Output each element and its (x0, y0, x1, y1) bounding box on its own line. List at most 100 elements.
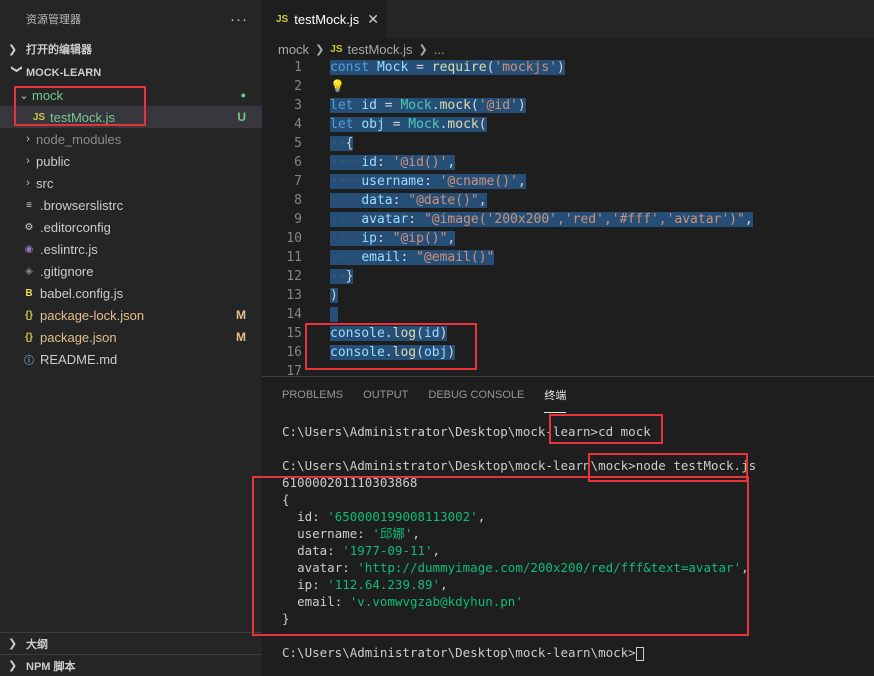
code-line: 2 💡 (294, 79, 345, 94)
breadcrumb: mock ❯ JS testMock.js ❯ ... (262, 38, 874, 60)
tree-item-mock[interactable]: ⌄ mock ● (0, 84, 262, 106)
terminal-line: email: 'v.vomwvgzab@kdyhun.pn' (297, 594, 523, 609)
js-file-icon: JS (276, 13, 289, 25)
chevron-right-icon: ❯ (8, 660, 18, 672)
tree-item-label: public (36, 153, 70, 169)
explorer-sidebar: 资源管理器 ··· ❯ 打开的编辑器 ❯ MOCK-LEARN ⌄ mock ●… (0, 0, 262, 676)
tree-item-package-lock[interactable]: {} package-lock.json M (0, 304, 262, 326)
code-line: 12 ··} (286, 269, 354, 284)
tab-terminal[interactable]: 终端 (544, 387, 567, 413)
tree-item-src[interactable]: › src (0, 172, 262, 194)
tree-item-eslintrc[interactable]: ◉ .eslintrc.js (0, 238, 262, 260)
breadcrumb-symbol[interactable]: ... (434, 42, 445, 57)
code-line: 11 ····email: "@email()" (286, 250, 495, 265)
terminal-output[interactable]: C:\Users\Administrator\Desktop\mock-lear… (262, 413, 874, 661)
code-line: 13) (286, 288, 338, 303)
tree-item-node-modules[interactable]: › node_modules (0, 128, 262, 150)
chevron-right-icon: ❯ (8, 638, 18, 650)
npm-scripts-label: NPM 脚本 (26, 660, 76, 673)
lightbulb-icon[interactable]: 💡 (330, 79, 345, 93)
tab-bar: JS testMock.js ✕ (262, 0, 874, 38)
code-line: 1 const Mock = require('mockjs') (294, 60, 565, 75)
tree-item-label: .editorconfig (40, 219, 111, 235)
terminal-line: ip: '112.64.239.89', (297, 577, 448, 592)
bottom-panel: PROBLEMS OUTPUT DEBUG CONSOLE 终端 C:\User… (262, 376, 874, 676)
tree-item-public[interactable]: › public (0, 150, 262, 172)
code-line: 6 ····id: '@id()', (294, 155, 456, 170)
babel-file-icon: B (25, 287, 33, 299)
tree-item-label: src (36, 175, 54, 191)
open-editors-section[interactable]: ❯ 打开的编辑器 (0, 38, 262, 60)
project-label: MOCK-LEARN (26, 67, 102, 79)
terminal-line: C:\Users\Administrator\Desktop\mock-lear… (282, 458, 757, 473)
code-line: 4 let obj = Mock.mock( (294, 117, 487, 132)
chevron-right-icon: › (26, 133, 30, 145)
code-line: 7 ····username: '@cname()', (294, 174, 526, 189)
tree-item-babel[interactable]: B babel.config.js (0, 282, 262, 304)
chevron-right-icon: ❯ (315, 43, 325, 56)
code-line: 5 ··{ (294, 136, 354, 151)
terminal-line: C:\Users\Administrator\Desktop\mock-lear… (282, 424, 651, 439)
untracked-badge: U (237, 110, 246, 124)
tree-item-label: .eslintrc.js (40, 241, 98, 257)
json-file-icon: {} (25, 309, 33, 321)
eslint-file-icon: ◉ (24, 243, 34, 255)
git-file-icon: ◈ (25, 265, 33, 277)
modified-badge: M (236, 330, 246, 344)
terminal-line: avatar: 'http://dummyimage.com/200x200/r… (297, 560, 749, 575)
outline-label: 大纲 (26, 638, 48, 651)
tree-item-testmock[interactable]: JS testMock.js U (0, 106, 262, 128)
breadcrumb-file[interactable]: testMock.js (348, 42, 413, 57)
terminal-cursor (635, 646, 644, 661)
tree-item-browserslistrc[interactable]: ≡ .browserslistrc (0, 194, 262, 216)
tree-item-label: README.md (40, 351, 118, 367)
explorer-title: 资源管理器 (26, 14, 81, 26)
project-section[interactable]: ❯ MOCK-LEARN (0, 62, 262, 84)
chevron-right-icon: › (26, 177, 30, 189)
file-tree: ⌄ mock ● JS testMock.js U › node_modules… (0, 84, 262, 370)
more-actions-icon[interactable]: ··· (230, 11, 248, 28)
editor-area: JS testMock.js ✕ mock ❯ JS testMock.js ❯… (262, 0, 874, 676)
js-file-icon: JS (330, 43, 343, 55)
js-file-icon: JS (32, 111, 46, 123)
terminal-line: data: '1977-09-11', (297, 543, 441, 558)
modified-badge: M (236, 308, 246, 322)
terminal-line: } (282, 611, 290, 626)
tab-output[interactable]: OUTPUT (363, 377, 408, 413)
close-icon[interactable]: ✕ (367, 11, 379, 28)
tree-item-gitignore[interactable]: ◈ .gitignore (0, 260, 262, 282)
code-line: 9 ····avatar: "@image('200x200','red','#f… (294, 212, 753, 227)
outline-section[interactable]: ❯ 大纲 (0, 632, 262, 654)
breadcrumb-folder[interactable]: mock (278, 42, 309, 57)
sidebar-bottom-sections: ❯ 大纲 ❯ NPM 脚本 (0, 632, 262, 676)
explorer-header: 资源管理器 ··· (0, 0, 262, 38)
info-file-icon: ⓘ (24, 355, 34, 367)
chevron-right-icon: › (26, 155, 30, 167)
tree-item-label: mock (32, 87, 64, 103)
npm-scripts-section[interactable]: ❯ NPM 脚本 (0, 654, 262, 676)
tab-debug-console[interactable]: DEBUG CONSOLE (428, 377, 524, 413)
tab-label: testMock.js (294, 11, 360, 27)
chevron-right-icon: ❯ (8, 43, 18, 56)
tree-item-label: .browserslistrc (40, 197, 124, 213)
tree-item-readme[interactable]: ⓘ README.md (0, 348, 262, 370)
chevron-down-icon: ❯ (10, 64, 23, 74)
code-line: 8 ····data: "@date()", (294, 193, 487, 208)
tree-item-label: package.json (40, 329, 117, 345)
panel-tabs: PROBLEMS OUTPUT DEBUG CONSOLE 终端 (262, 377, 874, 413)
list-file-icon: ≡ (26, 199, 32, 211)
code-line: 10 ····ip: "@ip()", (286, 231, 456, 246)
terminal-line: username: '邱娜', (297, 526, 420, 541)
tab-testmock[interactable]: JS testMock.js ✕ (262, 0, 386, 38)
tree-item-editorconfig[interactable]: ⚙ .editorconfig (0, 216, 262, 238)
tree-item-package[interactable]: {} package.json M (0, 326, 262, 348)
json-file-icon: {} (25, 331, 33, 343)
tree-item-label: package-lock.json (40, 307, 145, 323)
code-editor[interactable]: 1 const Mock = require('mockjs') 2 💡 3 let … (262, 58, 874, 376)
terminal-line: id: '650000199008113002', (297, 509, 486, 524)
terminal-line: { (282, 492, 290, 507)
code-line: 3 let id = Mock.mock('@id') (294, 98, 526, 113)
tab-problems[interactable]: PROBLEMS (282, 377, 343, 413)
